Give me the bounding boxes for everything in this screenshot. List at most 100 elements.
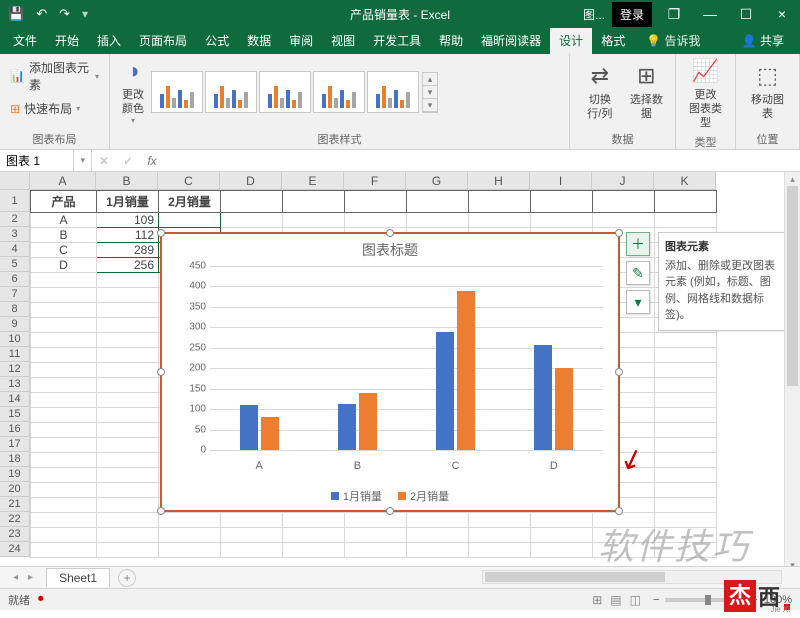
share-button[interactable]: 👤 共享 bbox=[736, 27, 790, 54]
cell[interactable] bbox=[97, 438, 159, 453]
cell[interactable] bbox=[97, 408, 159, 423]
cell[interactable] bbox=[31, 408, 97, 423]
ribbon-tab-开发工具[interactable]: 开发工具 bbox=[364, 27, 430, 54]
cell[interactable] bbox=[97, 513, 159, 528]
cell[interactable] bbox=[469, 513, 531, 528]
record-macro-icon[interactable]: ⏺ bbox=[38, 593, 44, 606]
cell[interactable] bbox=[31, 423, 97, 438]
cell[interactable] bbox=[593, 213, 655, 228]
cell[interactable] bbox=[97, 333, 159, 348]
cell[interactable] bbox=[31, 378, 97, 393]
cell[interactable] bbox=[31, 288, 97, 303]
chart-style-thumb[interactable] bbox=[151, 71, 203, 113]
cell[interactable] bbox=[407, 513, 469, 528]
change-chart-type-button[interactable]: 📈更改 图表类型 bbox=[682, 57, 729, 130]
bar-group[interactable] bbox=[505, 266, 603, 450]
col-header[interactable]: A bbox=[30, 172, 96, 190]
cell[interactable]: 产品 bbox=[31, 191, 97, 213]
enter-formula-icon[interactable]: ✓ bbox=[116, 154, 140, 168]
chart-plot-area[interactable]: 050100150200250300350400450 bbox=[210, 266, 603, 450]
cell[interactable] bbox=[31, 333, 97, 348]
cell[interactable] bbox=[31, 363, 97, 378]
bar[interactable] bbox=[359, 393, 377, 450]
row-header[interactable]: 4 bbox=[0, 242, 30, 257]
row-header[interactable]: 17 bbox=[0, 437, 30, 452]
cell[interactable] bbox=[655, 393, 717, 408]
cell[interactable] bbox=[283, 543, 345, 558]
cell[interactable] bbox=[283, 528, 345, 543]
cell[interactable] bbox=[531, 191, 593, 213]
cell[interactable] bbox=[655, 528, 717, 543]
tell-me[interactable]: 💡 告诉我 bbox=[640, 27, 706, 54]
row-header[interactable]: 8 bbox=[0, 302, 30, 317]
cell[interactable] bbox=[159, 543, 221, 558]
cell[interactable] bbox=[407, 213, 469, 228]
cell[interactable]: 112 bbox=[97, 228, 159, 243]
name-box[interactable]: ▾ bbox=[0, 150, 92, 171]
row-header[interactable]: 15 bbox=[0, 407, 30, 422]
undo-icon[interactable]: ↶ bbox=[36, 6, 47, 22]
move-chart-button[interactable]: ⬚移动图表 bbox=[742, 62, 793, 121]
row-header[interactable]: 23 bbox=[0, 527, 30, 542]
ribbon-tab-福昕阅读器[interactable]: 福昕阅读器 bbox=[472, 27, 550, 54]
cell[interactable] bbox=[97, 393, 159, 408]
bar[interactable] bbox=[240, 405, 258, 450]
cell[interactable] bbox=[97, 363, 159, 378]
qa-dropdown-icon[interactable]: ▾ bbox=[82, 7, 88, 21]
cell[interactable] bbox=[97, 498, 159, 513]
cell[interactable]: 1月销量 bbox=[97, 191, 159, 213]
cell[interactable] bbox=[345, 543, 407, 558]
cell[interactable] bbox=[283, 513, 345, 528]
cell[interactable] bbox=[345, 513, 407, 528]
row-header[interactable]: 14 bbox=[0, 392, 30, 407]
formula-input[interactable] bbox=[164, 154, 800, 168]
row-header[interactable]: 10 bbox=[0, 332, 30, 347]
row-header[interactable]: 22 bbox=[0, 512, 30, 527]
resize-handle[interactable] bbox=[386, 507, 394, 515]
cell[interactable] bbox=[31, 483, 97, 498]
view-pagelayout-icon[interactable]: ▤ bbox=[610, 593, 621, 607]
view-normal-icon[interactable]: ⊞ bbox=[592, 593, 602, 607]
cell[interactable] bbox=[31, 438, 97, 453]
bar[interactable] bbox=[338, 404, 356, 450]
row-header[interactable]: 9 bbox=[0, 317, 30, 332]
resize-handle[interactable] bbox=[615, 229, 623, 237]
cell[interactable] bbox=[655, 213, 717, 228]
ribbon-tab-设计[interactable]: 设计 bbox=[550, 27, 592, 54]
add-chart-element-button[interactable]: 📊添加图表元素▾ bbox=[6, 57, 103, 95]
cell[interactable] bbox=[469, 213, 531, 228]
cell[interactable] bbox=[593, 528, 655, 543]
login-button[interactable]: 登录 bbox=[612, 2, 652, 27]
cell[interactable] bbox=[655, 423, 717, 438]
cell[interactable] bbox=[97, 273, 159, 288]
ribbon-tab-文件[interactable]: 文件 bbox=[4, 27, 46, 54]
bar[interactable] bbox=[436, 332, 454, 450]
bar[interactable] bbox=[555, 368, 573, 450]
cell[interactable] bbox=[31, 468, 97, 483]
row-header[interactable]: 16 bbox=[0, 422, 30, 437]
fx-icon[interactable]: fx bbox=[140, 154, 164, 168]
cell[interactable] bbox=[407, 543, 469, 558]
row-header[interactable]: 20 bbox=[0, 482, 30, 497]
row-header[interactable]: 21 bbox=[0, 497, 30, 512]
cell[interactable] bbox=[97, 378, 159, 393]
cell[interactable] bbox=[221, 543, 283, 558]
close-button[interactable]: × bbox=[764, 2, 800, 26]
resize-handle[interactable] bbox=[615, 507, 623, 515]
select-data-button[interactable]: ⊞选择数据 bbox=[624, 62, 669, 121]
gallery-scroll[interactable]: ▴▾▾ bbox=[422, 72, 438, 113]
cell[interactable] bbox=[97, 528, 159, 543]
cell[interactable]: 289 bbox=[97, 243, 159, 258]
cell[interactable] bbox=[531, 213, 593, 228]
cell[interactable] bbox=[345, 191, 407, 213]
sheet-nav[interactable]: ◂▸ bbox=[8, 572, 38, 583]
cell[interactable] bbox=[407, 191, 469, 213]
cell[interactable] bbox=[655, 333, 717, 348]
row-header[interactable]: 13 bbox=[0, 377, 30, 392]
col-header[interactable]: G bbox=[406, 172, 468, 190]
resize-handle[interactable] bbox=[386, 229, 394, 237]
cell[interactable] bbox=[221, 528, 283, 543]
maximize-button[interactable]: ☐ bbox=[728, 2, 764, 27]
cell[interactable] bbox=[97, 348, 159, 363]
row-header[interactable]: 18 bbox=[0, 452, 30, 467]
